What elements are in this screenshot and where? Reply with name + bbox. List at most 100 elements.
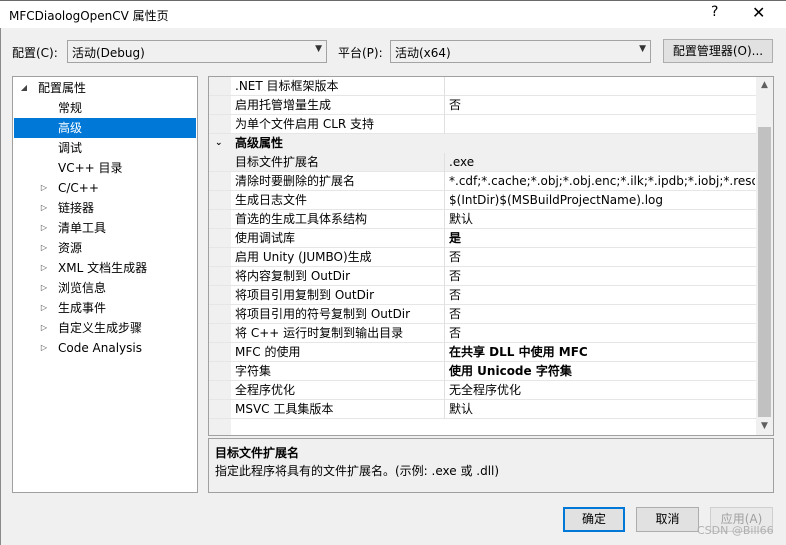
grid-row[interactable]: 清除时要删除的扩展名 *.cdf;*.cache;*.obj;*.obj.enc;… — [209, 172, 756, 191]
chevron-down-icon: ▼ — [639, 44, 646, 54]
close-button[interactable]: ✕ — [752, 3, 765, 22]
grid-row[interactable]: 将内容复制到 OutDir 否 — [209, 267, 756, 286]
tree-item[interactable]: ▷ 链接器 — [14, 198, 196, 218]
grid-category-label: 高级属性 — [235, 136, 284, 150]
collapsed-triangle-icon[interactable]: ▷ — [38, 218, 50, 238]
tree-item[interactable]: VC++ 目录 — [14, 158, 196, 178]
collapsed-triangle-icon[interactable]: ▷ — [38, 198, 50, 218]
config-label: 配置(C): — [12, 46, 58, 60]
grid-row[interactable]: .NET 目标框架版本 — [209, 77, 756, 96]
property-value[interactable]: 无全程序优化 — [449, 381, 755, 400]
column-divider — [444, 381, 445, 400]
column-divider — [444, 400, 445, 419]
grid-category[interactable]: ⌄ 高级属性 — [209, 134, 756, 153]
grid-row[interactable]: 将 C++ 运行时复制到输出目录 否 — [209, 324, 756, 343]
tree-item[interactable]: ▷ Code Analysis — [14, 338, 196, 358]
tree-item-label: C/C++ — [58, 181, 99, 195]
collapsed-triangle-icon[interactable]: ▷ — [38, 178, 50, 198]
property-value[interactable]: .exe — [449, 153, 755, 172]
grid-row[interactable]: MFC 的使用 在共享 DLL 中使用 MFC — [209, 343, 756, 362]
property-value[interactable]: $(IntDir)$(MSBuildProjectName).log — [449, 191, 755, 210]
property-tree: ◢ 配置属性 常规 高级 调试 VC++ 目录 ▷ C/C++ ▷ 链接器 ▷ 清单工具 ▷ 资源 ▷ XML… — [12, 76, 198, 493]
tree-item[interactable]: 调试 — [14, 138, 196, 158]
platform-label: 平台(P): — [338, 46, 383, 60]
property-value[interactable]: 否 — [449, 248, 755, 267]
column-divider — [444, 115, 445, 134]
column-divider — [444, 248, 445, 267]
scroll-up-icon[interactable]: ▲ — [756, 77, 773, 94]
property-name: 将内容复制到 OutDir — [235, 269, 351, 283]
column-divider — [444, 77, 445, 96]
column-divider — [444, 172, 445, 191]
cancel-button[interactable]: 取消 — [636, 507, 699, 532]
config-manager-button[interactable]: 配置管理器(O)... — [663, 39, 773, 63]
tree-item-label: 高级 — [58, 121, 83, 135]
property-name: 生成日志文件 — [235, 193, 308, 207]
property-value[interactable]: 否 — [449, 305, 755, 324]
vertical-scrollbar[interactable]: ▲ ▼ — [756, 77, 773, 435]
property-value[interactable]: 否 — [449, 96, 755, 115]
scroll-down-icon[interactable]: ▼ — [756, 418, 773, 435]
tree-item[interactable]: ▷ 浏览信息 — [14, 278, 196, 298]
property-value[interactable]: 否 — [449, 286, 755, 305]
grid-row[interactable]: 使用调试库 是 — [209, 229, 756, 248]
property-value[interactable]: 否 — [449, 324, 755, 343]
tree-item[interactable]: ▷ C/C++ — [14, 178, 196, 198]
tree-item-label: Code Analysis — [58, 341, 142, 355]
collapsed-triangle-icon[interactable]: ▷ — [38, 258, 50, 278]
watermark: CSDN @Bill66 — [697, 524, 774, 537]
tree-item[interactable]: ◢ 配置属性 — [14, 78, 196, 98]
grid-row[interactable]: 生成日志文件 $(IntDir)$(MSBuildProjectName).log — [209, 191, 756, 210]
grid-row[interactable]: 启用 Unity (JUMBO)生成 否 — [209, 248, 756, 267]
grid-row[interactable]: 首选的生成工具体系结构 默认 — [209, 210, 756, 229]
tree-item-label: 常规 — [58, 101, 83, 115]
property-name: 字符集 — [235, 364, 272, 378]
grid-row[interactable]: 全程序优化 无全程序优化 — [209, 381, 756, 400]
property-value[interactable]: 使用 Unicode 字符集 — [449, 362, 755, 381]
description-text: 指定此程序将具有的文件扩展名。(示例: .exe 或 .dll) — [215, 464, 500, 478]
grid-row[interactable]: 目标文件扩展名 .exe — [209, 153, 756, 172]
tree-item[interactable]: ▷ 生成事件 — [14, 298, 196, 318]
grid-row[interactable]: 字符集 使用 Unicode 字符集 — [209, 362, 756, 381]
chevron-down-icon[interactable]: ⌄ — [215, 134, 223, 153]
tree-item[interactable]: ▷ XML 文档生成器 — [14, 258, 196, 278]
config-dropdown[interactable]: 活动(Debug) ▼ — [67, 40, 327, 63]
property-value[interactable]: 在共享 DLL 中使用 MFC — [449, 343, 755, 362]
property-name: 启用 Unity (JUMBO)生成 — [235, 250, 372, 264]
collapsed-triangle-icon[interactable]: ▷ — [38, 338, 50, 358]
tree-item[interactable]: ▷ 自定义生成步骤 — [14, 318, 196, 338]
column-divider — [444, 362, 445, 381]
help-button[interactable]: ? — [711, 4, 718, 20]
property-name: 使用调试库 — [235, 231, 296, 245]
property-value[interactable]: 是 — [449, 229, 755, 248]
tree-item[interactable]: ▷ 清单工具 — [14, 218, 196, 238]
column-divider — [444, 267, 445, 286]
property-name: 首选的生成工具体系结构 — [235, 212, 368, 226]
grid-row[interactable]: MSVC 工具集版本 默认 — [209, 400, 756, 419]
property-name: 将项目引用复制到 OutDir — [235, 288, 375, 302]
tree-item[interactable]: 常规 — [14, 98, 196, 118]
expanded-triangle-icon[interactable]: ◢ — [18, 78, 30, 98]
grid-row[interactable]: 将项目引用的符号复制到 OutDir 否 — [209, 305, 756, 324]
collapsed-triangle-icon[interactable]: ▷ — [38, 278, 50, 298]
scroll-thumb[interactable] — [758, 127, 771, 417]
collapsed-triangle-icon[interactable]: ▷ — [38, 318, 50, 338]
property-value[interactable]: 默认 — [449, 210, 755, 229]
tree-item[interactable]: 高级 — [14, 118, 196, 138]
grid-row[interactable]: 启用托管增量生成 否 — [209, 96, 756, 115]
property-name: 将项目引用的符号复制到 OutDir — [235, 307, 411, 321]
property-name: 将 C++ 运行时复制到输出目录 — [235, 326, 404, 340]
tree-item[interactable]: ▷ 资源 — [14, 238, 196, 258]
collapsed-triangle-icon[interactable]: ▷ — [38, 298, 50, 318]
collapsed-triangle-icon[interactable]: ▷ — [38, 238, 50, 258]
property-value[interactable]: 否 — [449, 267, 755, 286]
platform-dropdown[interactable]: 活动(x64) ▼ — [390, 40, 651, 63]
column-divider — [444, 343, 445, 362]
grid-row[interactable]: 为单个文件启用 CLR 支持 — [209, 115, 756, 134]
ok-button[interactable]: 确定 — [563, 507, 625, 532]
description-title: 目标文件扩展名 — [215, 446, 300, 460]
grid-row[interactable]: 将项目引用复制到 OutDir 否 — [209, 286, 756, 305]
property-value[interactable]: 默认 — [449, 400, 755, 419]
tree-item-label: XML 文档生成器 — [58, 261, 148, 275]
property-value[interactable]: *.cdf;*.cache;*.obj;*.obj.enc;*.ilk;*.ip… — [449, 172, 755, 191]
